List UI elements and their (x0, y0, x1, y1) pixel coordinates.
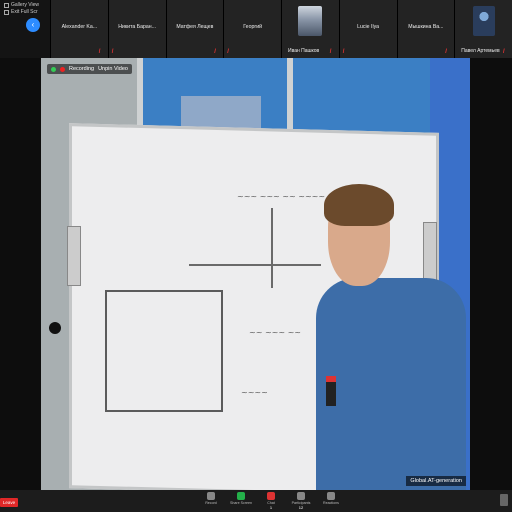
toolbar-tools: Record Share Screen Chat 1 Participants … (200, 492, 342, 510)
chat-badge: 1 (269, 505, 273, 510)
reactions-icon (327, 492, 335, 500)
presenter-body (316, 278, 466, 490)
record-icon (60, 66, 65, 72)
marker (326, 376, 336, 406)
participant-tile[interactable]: Георгий / (223, 0, 281, 58)
meeting-toolbar: Leave Record Share Screen Chat 1 Partici… (0, 490, 512, 512)
record-icon (207, 492, 215, 500)
participant-tile[interactable]: Alexander Ka... / (50, 0, 108, 58)
board-drawing (189, 264, 321, 266)
participant-tile[interactable]: Иван Пашков / (281, 0, 339, 58)
leave-label: Leave (2, 500, 16, 505)
participant-name: Павел Артемьев (461, 48, 500, 54)
share-screen-icon (237, 492, 245, 500)
mic-muted-icon: / (98, 49, 101, 55)
presenter (316, 184, 466, 490)
board-drawing (271, 208, 273, 288)
participant-name: Мышкина Ва... (408, 24, 444, 30)
leave-button[interactable]: Leave (0, 498, 18, 507)
participants-icon (297, 492, 305, 500)
chat-button[interactable]: Chat 1 (260, 492, 282, 510)
board-writing: ~~ ~~~ ~~ (249, 328, 302, 337)
recording-indicator: Recording Unpin Video (47, 64, 132, 74)
reactions-button[interactable]: Reactions (320, 492, 342, 510)
chat-icon (267, 492, 275, 500)
mic-muted-icon: / (503, 49, 505, 55)
board-holder (67, 226, 81, 286)
mic-muted-icon: / (227, 49, 229, 55)
mic-muted-icon: / (445, 49, 447, 55)
mic-muted-icon: / (214, 49, 216, 55)
record-button[interactable]: Record (200, 492, 222, 510)
prev-page-button[interactable]: ‹ (26, 18, 40, 32)
grid-icon (4, 2, 9, 8)
mic-muted-icon: / (111, 49, 114, 55)
gallery-view-toggle[interactable]: Gallery View (4, 2, 39, 8)
participant-name: Alexander Ka... (61, 24, 98, 30)
status-dot-icon (51, 66, 56, 72)
participant-tile[interactable]: Мышкина Ва... / (396, 0, 455, 58)
main-stage: ~~~ ~~~ ~~ ~~~~ ~~ ~~~ ~~ ~~~~ Recording… (0, 58, 512, 490)
participant-name: Георгий (243, 24, 263, 30)
exit-fullscreen-label: Exit Full Scr (11, 9, 38, 15)
board-writing: ~~~~ (241, 388, 268, 397)
participant-avatar (298, 6, 323, 36)
board-knob (49, 322, 61, 334)
participant-avatar (472, 6, 495, 36)
mic-muted-icon: / (342, 49, 345, 55)
participants-count: 12 (298, 505, 304, 510)
tool-label: Reactions (323, 501, 339, 505)
board-drawing (105, 290, 223, 412)
speaker-video[interactable]: ~~~ ~~~ ~~ ~~~~ ~~ ~~~ ~~ ~~~~ Recording… (41, 58, 470, 490)
mic-muted-icon: / (329, 49, 332, 55)
fullscreen-icon (4, 9, 9, 15)
tool-label: Share Screen (230, 501, 252, 505)
participant-name: Lucie Ilya (357, 24, 380, 30)
share-screen-button[interactable]: Share Screen (230, 492, 252, 510)
unpin-video-label: Unpin Video (98, 66, 128, 72)
participant-strip: Gallery View Exit Full Scr ‹ Alexander K… (0, 0, 512, 58)
board-writing: ~~~ ~~~ ~~ ~~~~ (237, 192, 326, 201)
unpin-video-button[interactable]: Unpin Video (98, 66, 128, 72)
exit-fullscreen-button[interactable]: Exit Full Scr (4, 9, 38, 15)
gallery-view-label: Gallery View (11, 2, 39, 8)
participants-button[interactable]: Participants 12 (290, 492, 312, 510)
tool-label: Record (205, 501, 217, 505)
recording-label: Recording (69, 66, 95, 72)
view-controls: Gallery View Exit Full Scr ‹ (0, 0, 50, 58)
more-button[interactable] (500, 494, 508, 506)
participant-name: Никита Баран... (118, 24, 156, 30)
participant-tile[interactable]: Никита Баран... / (107, 0, 166, 58)
presenter-hair (324, 184, 394, 226)
speaker-name-tag: Global.AT-generation (406, 476, 466, 486)
participant-name: Матфея Лещев (176, 24, 214, 30)
speaker-name: Global.AT-generation (410, 478, 462, 484)
participant-tile[interactable]: Павел Артемьев / (454, 0, 512, 58)
participant-tile[interactable]: Lucie Ilya / (338, 0, 397, 58)
participant-tile[interactable]: Матфея Лещев / (165, 0, 224, 58)
participant-name: Иван Пашков (288, 48, 320, 54)
